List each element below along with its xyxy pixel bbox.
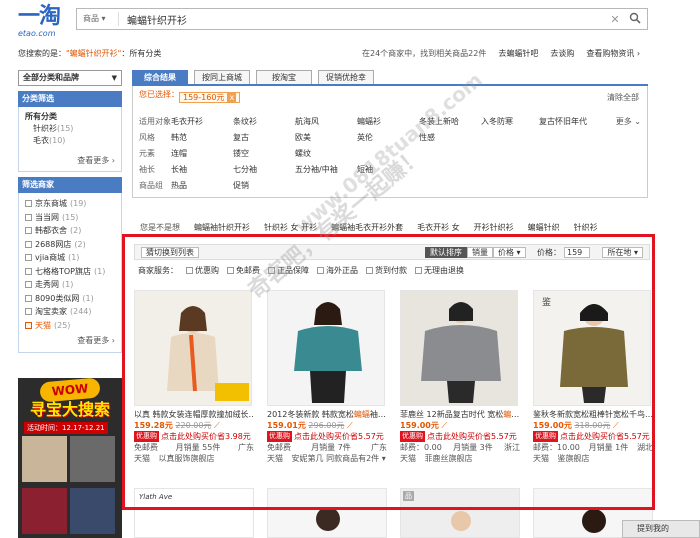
selected-label: 您已选择： — [139, 90, 179, 99]
promo-banner[interactable]: WOW 寻宝大搜索 活动时间：12.17-12.21 — [18, 378, 122, 538]
banner-image — [22, 436, 67, 482]
checkbox[interactable] — [25, 213, 32, 221]
shop-item[interactable]: 当当网 (15) — [25, 211, 115, 225]
search-box[interactable]: 商品 ▾ 蝙蝠针织开衫 ✕ — [76, 8, 648, 30]
filter-option[interactable]: 七分袖 — [233, 164, 295, 176]
tab-all[interactable]: 综合结果 — [132, 70, 188, 84]
checkbox[interactable] — [25, 200, 32, 208]
shop-item[interactable]: 淘宝卖家 (244) — [25, 305, 115, 319]
shop-item[interactable]: vjia商城 (1) — [25, 251, 115, 265]
filter-option[interactable]: 复古 — [233, 132, 295, 144]
highlight-box — [122, 234, 655, 510]
result-tabs: 综合结果 按同上商城 按淘宝 促销优抢幸 — [132, 70, 648, 86]
shop-item[interactable]: 七格格TOP旗店 (1) — [25, 265, 115, 279]
selected-price-tag[interactable]: 159-160元 x — [179, 92, 241, 103]
shop-item[interactable]: 8090类似网 (1) — [25, 292, 115, 306]
related-link[interactable]: 蝙蝠袖针织开衫 — [194, 222, 250, 233]
logo-domain: etao.com — [18, 29, 56, 38]
filter-row: 商品组 热品 促销 — [139, 180, 295, 192]
breadcrumb: 您搜索的是："蝙蝠针织开衫"：所有分类 — [18, 49, 162, 58]
filter-option[interactable]: 连帽 — [171, 148, 233, 160]
related-searches: 您是不是想 蝙蝠袖针织开衫 针织衫 女 开衫 蝙蝠袖毛衣开衫外套 毛衣开衫 女 … — [140, 222, 598, 233]
shop-item[interactable]: 韩都衣舍 (2) — [25, 224, 115, 238]
banner-title: 寻宝大搜索 — [29, 400, 110, 419]
checkbox[interactable] — [25, 227, 32, 235]
related-link[interactable]: 开衫针织衫 — [474, 222, 514, 233]
shop-filter-header: 筛选商家 — [18, 177, 122, 193]
filter-option[interactable]: 螺纹 — [295, 148, 357, 160]
filter-option[interactable]: 热品 — [171, 180, 233, 192]
related-link[interactable]: 毛衣开衫 女 — [417, 222, 460, 233]
shop-filter-body: 京东商城 (19) 当当网 (15) 韩都衣舍 (2) 2688网店 (2) vjia商… — [18, 193, 122, 353]
checkbox[interactable] — [25, 267, 32, 275]
tab-taobao[interactable]: 按淘宝 — [256, 70, 312, 84]
link-news[interactable]: 查看购物资讯 › — [586, 48, 640, 59]
sidebar: 全部分类和品牌 ▼ 分类筛选 所有分类 针织衫(15) 毛衣(10) 查看更多 ›… — [18, 70, 122, 353]
category-more-link[interactable]: 查看更多 › — [25, 155, 115, 167]
related-label: 您是不是想 — [140, 223, 180, 232]
tab-mall[interactable]: 按同上商城 — [194, 70, 250, 84]
related-link[interactable]: 蝙蝠针织 — [528, 222, 560, 233]
shop-item[interactable]: 2688网店 (2) — [25, 238, 115, 252]
search-icon[interactable] — [623, 12, 647, 27]
shop-item[interactable]: 走秀网 (1) — [25, 278, 115, 292]
filter-option[interactable]: 条纹衫 — [233, 116, 295, 128]
category-filter-header: 分类筛选 — [18, 91, 122, 107]
checkbox[interactable] — [25, 294, 32, 302]
filter-option[interactable]: 毛衣开衫 — [171, 116, 233, 128]
shop-item-selected[interactable]: 天猫 (25) — [25, 319, 115, 333]
filter-option[interactable]: 韩范 — [171, 132, 233, 144]
feedback-button[interactable]: 提到我的 — [622, 520, 700, 538]
remove-tag-icon[interactable]: x — [227, 93, 237, 102]
banner-images — [22, 436, 118, 536]
search-input[interactable]: 蝙蝠针织开衫 — [119, 12, 607, 27]
checkbox[interactable] — [25, 308, 32, 316]
banner-image — [22, 487, 67, 534]
banner-date: 活动时间：12.17-12.21 — [24, 422, 108, 434]
checkbox[interactable] — [25, 281, 32, 289]
search-category-select[interactable]: 商品 ▾ — [77, 12, 119, 26]
link-bar[interactable]: 去蝙蝠针吧 — [498, 48, 538, 59]
filter-option[interactable]: 长袖 — [171, 164, 233, 176]
filter-option[interactable]: 镂空 — [233, 148, 295, 160]
filter-option[interactable]: 航海风 — [295, 116, 357, 128]
tab-promo[interactable]: 促销优抢幸 — [318, 70, 374, 84]
filter-option[interactable]: 欧美 — [295, 132, 357, 144]
banner-image — [70, 487, 115, 534]
search-keyword: "蝙蝠针织开衫" — [66, 49, 122, 58]
chevron-down-icon: ▼ — [111, 74, 117, 82]
clear-icon[interactable]: ✕ — [607, 13, 623, 26]
category-all[interactable]: 所有分类 — [25, 111, 115, 123]
category-brand-select[interactable]: 全部分类和品牌 ▼ — [18, 70, 122, 86]
filter-row: 元素 连帽 镂空 螺纹 — [139, 148, 357, 160]
etao-logo[interactable]: 一淘 etao.com — [18, 4, 70, 39]
logo-text: 一淘 — [18, 4, 61, 29]
banner-image — [70, 436, 115, 482]
category-filter-body: 所有分类 针织衫(15) 毛衣(10) 查看更多 › — [18, 107, 122, 172]
filter-option[interactable]: 促销 — [233, 180, 295, 192]
result-count: 在24个商家中，找到相关商品22件 — [362, 49, 487, 58]
category-item[interactable]: 针织衫(15) — [25, 123, 115, 135]
related-link[interactable]: 针织衫 — [574, 222, 598, 233]
filter-more[interactable]: 更多 ⌄ — [616, 116, 641, 127]
clear-all-link[interactable]: 清除全部 — [607, 92, 639, 103]
checkbox[interactable] — [25, 254, 32, 262]
checkbox[interactable] — [25, 240, 32, 248]
checkbox-checked[interactable] — [25, 321, 32, 329]
filter-option[interactable]: 复古怀旧年代 — [539, 116, 619, 128]
category-item[interactable]: 毛衣(10) — [25, 135, 115, 147]
top-links: 在24个商家中，找到相关商品22件 去蝙蝠针吧 去谈购 查看购物资讯 › — [362, 48, 640, 59]
filter-row: 适用对象 毛衣开衫 条纹衫 航海风 蝙蝠衫 冬装上新哈 入冬防寒 复古怀旧年代 — [139, 116, 619, 128]
link-tango[interactable]: 去谈购 — [550, 48, 574, 59]
shop-more-link[interactable]: 查看更多 › — [25, 334, 115, 348]
shop-item[interactable]: 京东商城 (19) — [25, 197, 115, 211]
filter-option[interactable]: 入冬防寒 — [481, 116, 539, 128]
